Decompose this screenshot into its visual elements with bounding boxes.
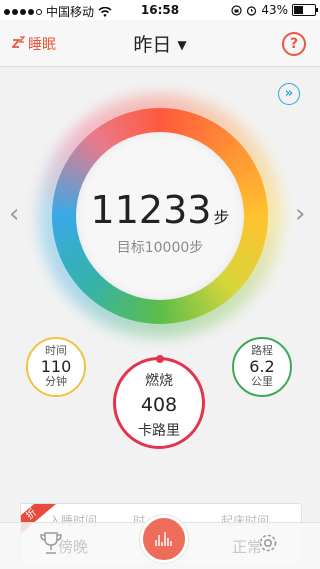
burn-unit: 卡路里 (138, 423, 180, 439)
burn-stat[interactable]: 燃烧 408 卡路里 (113, 355, 205, 449)
steps-count: 11233 (90, 188, 212, 232)
caret-down-icon: ▼ (177, 38, 187, 52)
steps-goal: 目标10000步 (116, 240, 204, 256)
time-unit: 分钟 (45, 375, 67, 388)
route-value: 6.2 (249, 357, 275, 376)
time-value: 110 (40, 357, 72, 376)
time-label: 时间 (45, 344, 67, 357)
gear-icon[interactable] (256, 531, 280, 555)
bottom-left-text: 傍晚 (58, 538, 89, 556)
steps-unit: 步 (213, 208, 230, 227)
burn-indicator-dot (156, 355, 164, 363)
burn-label: 燃烧 (145, 373, 173, 389)
route-stat[interactable]: 路程 6.2 公里 (232, 337, 292, 397)
steps-ring: 11233 步 目标10000步 (38, 94, 282, 338)
battery-percent: 43% (261, 3, 288, 17)
battery-icon (292, 4, 318, 16)
steps-display: 11233 步 (52, 188, 268, 232)
status-bar: 中国移动 16:58 43% (0, 0, 320, 20)
bar-chart-icon (155, 532, 172, 546)
time-stat[interactable]: 时间 110 分钟 (26, 337, 86, 397)
chevron-left-icon[interactable]: ‹ (9, 199, 19, 229)
page-title: 昨日 (133, 34, 172, 56)
route-label: 路程 (251, 344, 273, 357)
burn-value: 408 (140, 394, 178, 416)
nav-bar: 睡眠 昨日 ▼ ? (0, 20, 320, 67)
lock-rotation-icon (231, 4, 242, 16)
alarm-icon (247, 5, 257, 16)
help-icon[interactable]: ? (282, 32, 306, 56)
route-unit: 公里 (251, 375, 273, 388)
chart-button[interactable] (140, 515, 188, 563)
date-selector[interactable]: 昨日 ▼ (0, 30, 320, 57)
fast-forward-icon[interactable]: » (278, 83, 300, 105)
chevron-right-icon[interactable]: › (295, 199, 305, 229)
